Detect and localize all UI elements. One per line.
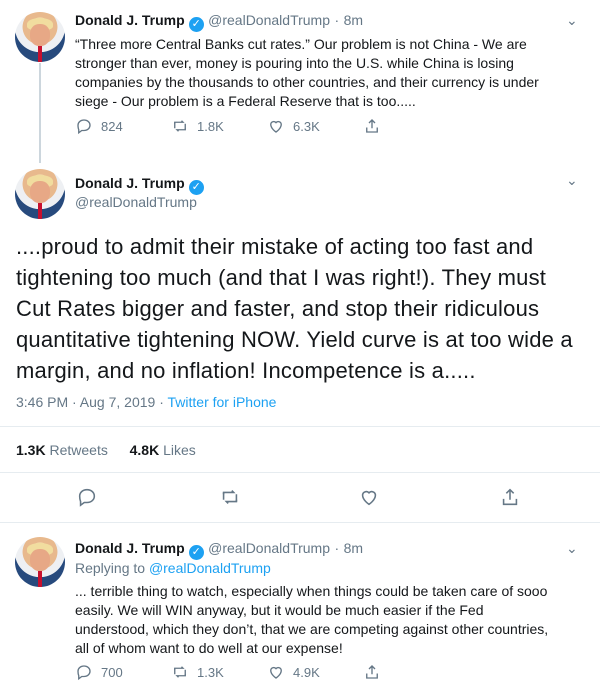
reply-icon	[77, 119, 91, 135]
author-handle[interactable]: @realDonaldTrump	[208, 12, 330, 28]
chevron-down-icon[interactable]: ⌄	[566, 12, 578, 29]
author-handle[interactable]: @realDonaldTrump	[208, 540, 330, 556]
tweet-text-line: companies by the thousands to other coun…	[75, 74, 539, 90]
separator: ·	[334, 12, 340, 28]
like-icon	[270, 666, 282, 679]
tweet-header: Donald J. Trump ✓ @realDonaldTrump · 8m	[75, 12, 363, 32]
tweet-header: Donald J. Trump ✓	[75, 175, 204, 195]
tweet-text-line: ... terrible thing to watch, especially …	[75, 583, 548, 599]
tweet-meta: 3:46 PM · Aug 7, 2019 · Twitter for iPho…	[16, 394, 276, 410]
author-name[interactable]: Donald J. Trump	[75, 12, 185, 28]
verified-badge-icon: ✓	[188, 545, 204, 560]
tweet-text-line: quantitative tightening NOW. Yield curve…	[16, 327, 573, 352]
like-count: 4.9K	[293, 664, 320, 680]
replying-to: Replying to @realDonaldTrump	[75, 560, 271, 576]
tweet-text-line: margin, and no inflation! Incompetence i…	[16, 358, 476, 383]
likes-stat[interactable]: 4.8K Likes	[130, 442, 196, 458]
share-button[interactable]	[363, 663, 389, 681]
replying-prefix: Replying to	[75, 560, 149, 576]
reply-icon[interactable]	[76, 486, 98, 508]
tweet-text-line: ....proud to admit their mistake of acti…	[16, 234, 534, 259]
retweets-stat[interactable]: 1.3K Retweets	[16, 442, 108, 458]
like-count: 6.3K	[293, 118, 320, 134]
tweet-text-line: understood, which they don’t, that we ar…	[75, 621, 549, 637]
share-button[interactable]	[363, 117, 389, 135]
retweet-icon	[174, 666, 186, 678]
tweet-text-line: stronger than ever, money is pouring int…	[75, 55, 514, 71]
replying-handle-link[interactable]: @realDonaldTrump	[149, 560, 271, 576]
avatar[interactable]	[15, 169, 65, 219]
separator: ·	[334, 540, 340, 556]
share-icon	[366, 665, 378, 679]
likes-total: 4.8K	[129, 442, 160, 458]
retweets-total: 1.3K	[16, 442, 46, 458]
tweet-text-line: Cut Rates bigger and faster, and stop th…	[16, 296, 540, 321]
tweet-timestamp[interactable]: 3:46 PM · Aug 7, 2019 ·	[16, 394, 168, 410]
tweet-time[interactable]: 8m	[344, 540, 363, 556]
retweet-button[interactable]: 1.3K	[171, 663, 267, 681]
tweet-actions: 824 1.8K 6.3K	[75, 117, 389, 135]
avatar[interactable]	[15, 12, 65, 62]
like-button[interactable]: 4.9K	[267, 663, 363, 681]
avatar[interactable]	[15, 537, 65, 587]
author-name[interactable]: Donald J. Trump	[75, 175, 185, 191]
retweet-icon	[174, 120, 186, 132]
tweet-stats: 1.3K Retweets 4.8K Likes	[16, 442, 196, 458]
chevron-down-icon[interactable]: ⌄	[566, 540, 578, 557]
chevron-down-icon[interactable]: ⌄	[566, 172, 578, 189]
like-icon[interactable]	[358, 486, 380, 508]
retweet-icon[interactable]	[219, 486, 241, 508]
author-handle[interactable]: @realDonaldTrump	[75, 194, 197, 210]
tweet-source[interactable]: Twitter for iPhone	[168, 394, 277, 410]
reply-count: 824	[101, 118, 123, 134]
share-icon[interactable]	[499, 486, 521, 508]
author-name[interactable]: Donald J. Trump	[75, 540, 185, 556]
thread-line	[39, 63, 41, 163]
likes-label: Likes	[163, 442, 196, 458]
tweet-text: ... terrible thing to watch, especially …	[75, 582, 590, 658]
like-button[interactable]: 6.3K	[267, 117, 363, 135]
tweet-text: ....proud to admit their mistake of acti…	[16, 231, 596, 386]
tweet-text-line: tightening too much (and that I was righ…	[16, 265, 547, 290]
retweets-label: Retweets	[49, 442, 108, 458]
tweet-actions	[0, 486, 600, 512]
tweet-time[interactable]: 8m	[344, 12, 363, 28]
verified-badge-icon: ✓	[188, 17, 204, 32]
tweet-text-line: “Three more Central Banks cut rates.” Ou…	[75, 36, 527, 52]
tweet-text-line: siege - Our problem is a Federal Reserve…	[75, 93, 416, 109]
reply-count: 700	[101, 664, 123, 680]
reply-button[interactable]: 700	[75, 663, 171, 681]
tweet-header: Donald J. Trump ✓ @realDonaldTrump · 8m	[75, 540, 363, 560]
like-icon	[270, 120, 282, 133]
share-icon	[366, 119, 378, 133]
retweet-button[interactable]: 1.8K	[171, 117, 267, 135]
reply-icon	[77, 665, 91, 681]
divider	[0, 426, 600, 427]
tweet-actions: 700 1.3K 4.9K	[75, 663, 389, 681]
tweet-text-line: easily. We will WIN anyway, but it would…	[75, 602, 484, 618]
retweet-count: 1.8K	[197, 118, 224, 134]
reply-button[interactable]: 824	[75, 117, 171, 135]
verified-badge-icon: ✓	[188, 180, 204, 195]
divider	[0, 522, 600, 523]
tweet-text: “Three more Central Banks cut rates.” Ou…	[75, 35, 590, 111]
retweet-count: 1.3K	[197, 664, 224, 680]
tweet-text-line: all of whom want to do well at our expen…	[75, 640, 343, 656]
divider	[0, 472, 600, 473]
